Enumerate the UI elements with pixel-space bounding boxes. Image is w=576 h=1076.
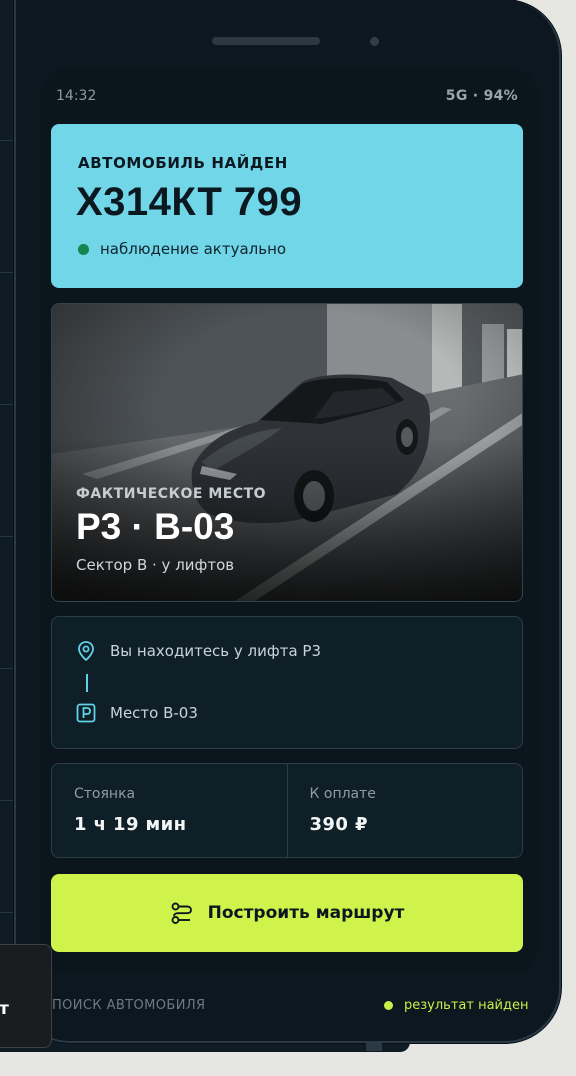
payment-amount: К оплате 390 ₽ bbox=[286, 764, 523, 857]
parking-icon bbox=[76, 703, 96, 723]
route-card: Вы находитесь у лифта P3 Место B-03 bbox=[51, 616, 523, 749]
parking-duration-label: Стоянка bbox=[74, 786, 136, 802]
route-to-row: Место B-03 bbox=[76, 703, 198, 723]
actual-place-caption: ФАКТИЧЕСКОЕ МЕСТО bbox=[76, 486, 267, 502]
payment-label: К оплате bbox=[309, 786, 376, 802]
observation-text: наблюдение актуально bbox=[100, 240, 287, 258]
license-plate: Х314КТ 799 bbox=[76, 180, 303, 224]
route-from-row: Вы находитесь у лифта P3 bbox=[76, 641, 321, 661]
status-bar: 14:32 5G · 94% bbox=[56, 86, 518, 106]
parking-spot: P3 · B-03 bbox=[76, 506, 235, 547]
build-route-label: Построить маршрут bbox=[207, 903, 405, 923]
footer-result-text: результат найден bbox=[404, 998, 529, 1013]
car-found-label: АВТОМОБИЛЬ НАЙДЕН bbox=[78, 154, 288, 172]
home-indicator bbox=[366, 1043, 382, 1051]
footer-screen-name: ПОИСК АВТОМОБИЛЯ bbox=[52, 998, 206, 1013]
payment-value: 390 ₽ bbox=[309, 814, 368, 835]
observation-status: наблюдение актуально bbox=[78, 240, 286, 258]
footer-result-status: результат найден bbox=[384, 998, 528, 1013]
status-network: 5G · 94% bbox=[445, 88, 518, 104]
parking-stats-card: Стоянка 1 ч 19 мин К оплате 390 ₽ bbox=[51, 763, 523, 858]
status-time: 14:32 bbox=[56, 88, 97, 104]
car-found-card: АВТОМОБИЛЬ НАЙДЕН Х314КТ 799 наблюдение … bbox=[51, 124, 523, 288]
parking-photo-card[interactable]: ФАКТИЧЕСКОЕ МЕСТО P3 · B-03 Сектор B · у… bbox=[51, 303, 523, 602]
photo-overlay: ФАКТИЧЕСКОЕ МЕСТО P3 · B-03 Сектор B · у… bbox=[76, 486, 266, 574]
route-from-text: Вы находитесь у лифта P3 bbox=[110, 642, 321, 660]
status-dot-icon bbox=[78, 243, 89, 255]
side-popup-text: т bbox=[0, 999, 9, 1019]
phone-speaker bbox=[212, 37, 320, 45]
side-popup-card[interactable]: т bbox=[0, 944, 52, 1048]
parking-duration-value: 1 ч 19 мин bbox=[74, 814, 187, 835]
parking-sector: Сектор B · у лифтов bbox=[76, 556, 235, 574]
map-pin-icon bbox=[76, 641, 96, 661]
route-icon bbox=[170, 901, 194, 925]
result-dot-icon bbox=[384, 1001, 393, 1010]
build-route-button[interactable]: Построить маршрут bbox=[51, 874, 523, 952]
phone-camera bbox=[370, 37, 379, 46]
parking-duration: Стоянка 1 ч 19 мин bbox=[52, 764, 287, 857]
route-to-text: Место B-03 bbox=[110, 704, 198, 722]
route-connector bbox=[86, 674, 88, 692]
